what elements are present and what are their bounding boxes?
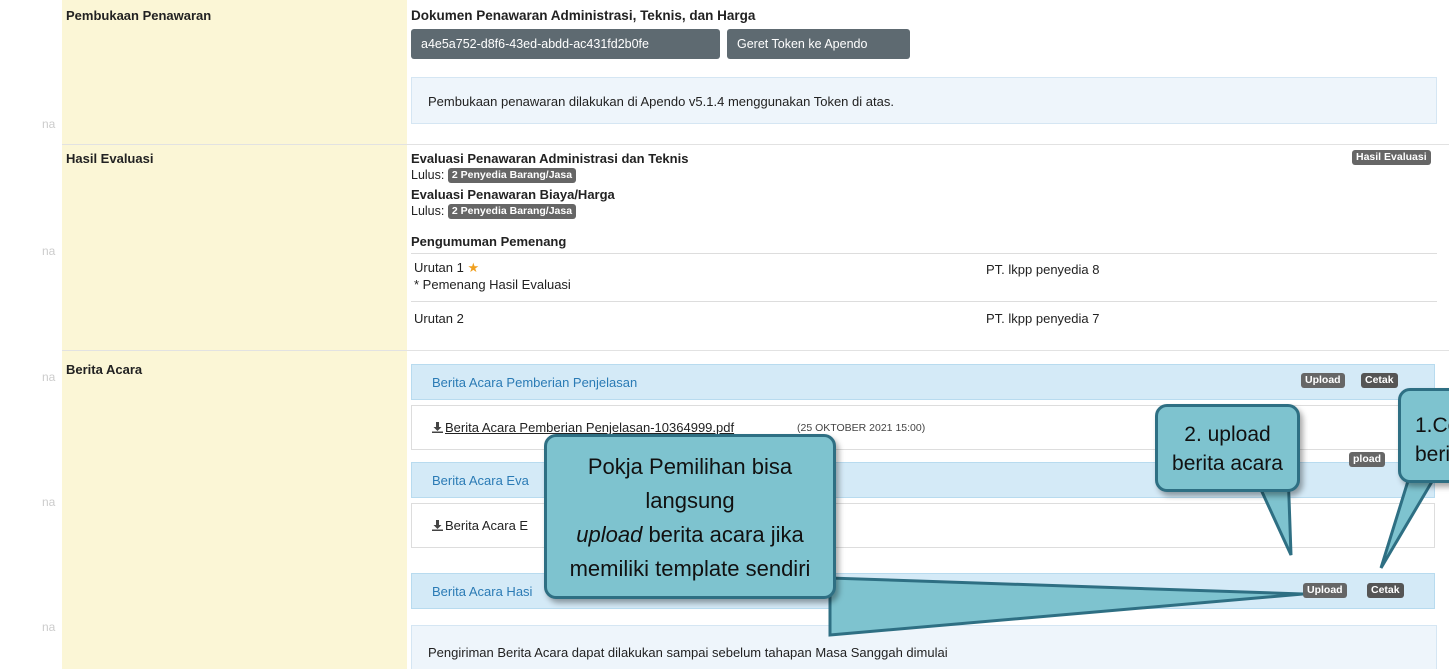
- callout-cetak: 1.Ce berit: [1398, 388, 1449, 483]
- callout-upload: 2. upload berita acara: [1155, 404, 1300, 492]
- callout-line: 1.Ce: [1415, 414, 1449, 437]
- callout-line: berita acara: [1172, 452, 1283, 475]
- callout-main: Pokja Pemilihan bisa langsung upload ber…: [544, 434, 836, 599]
- callout-line: 2. upload: [1184, 423, 1271, 446]
- callout-text: berita acara jika: [642, 522, 804, 547]
- callout-line: upload berita acara jika: [547, 518, 833, 552]
- callout-line: Pokja Pemilihan bisa langsung: [587, 454, 793, 513]
- callout-emphasis: upload: [576, 522, 643, 547]
- callout-line: memiliki template sendiri: [569, 556, 811, 581]
- callout-line: berit: [1415, 443, 1449, 466]
